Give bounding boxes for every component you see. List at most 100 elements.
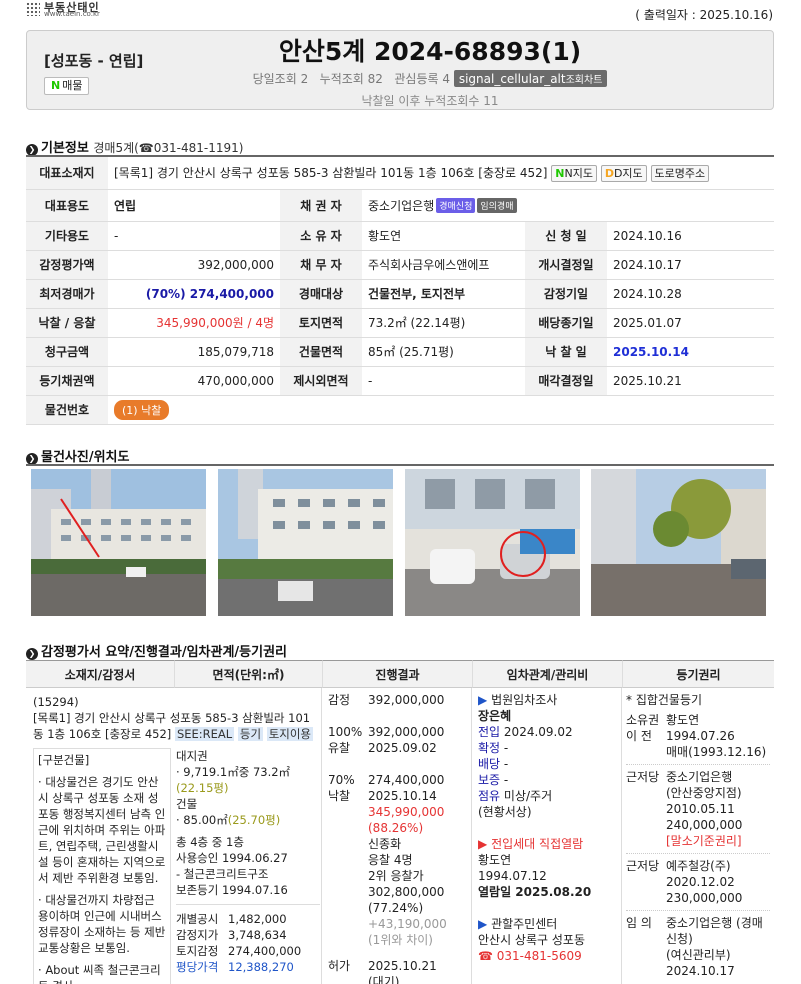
info-label: 대표용도 — [26, 189, 108, 222]
view-chart-button[interactable]: signal_cellular_alt조회차트 — [453, 70, 608, 87]
summary-heading: ❯ 감정평가서 요약/진행결과/임차관계/등기권리 — [26, 641, 287, 660]
registry-link[interactable]: 등기 — [237, 727, 264, 741]
daum-map-button[interactable]: DD지도 — [600, 164, 647, 182]
structure: - 철근콘크리트구조 — [176, 867, 269, 881]
naver-icon: N — [555, 166, 565, 180]
info-value: 2024.10.28 — [607, 279, 774, 309]
info-value-text: 중소기업은행 — [368, 198, 435, 213]
resident-view-link[interactable]: ▶ 전입세대 직접열람 — [478, 836, 615, 852]
total-views: 누적조회 82 — [319, 72, 383, 86]
land-use-link[interactable]: 토지이용 — [266, 727, 314, 741]
area-cell: 대지권 · 9,719.1㎡중 73.2㎡(22.15평) 건물 · 85.00… — [174, 748, 320, 975]
summary-address: [목록1] 경기 안산시 상록구 성포동 585-3 삼환빌라 101동 1층 … — [33, 711, 314, 741]
road-address-button[interactable]: 도로명주소 — [650, 164, 710, 182]
info-value: - — [108, 221, 280, 251]
registry-cell: * 집합건물등기 소유권 이 전 황도연 1994.07.26 매매(1993.12.… — [622, 688, 774, 984]
registry-item: 임 의 중소기업은행 (경매 신청) (여신관리부) 2024.10.17 — [626, 916, 763, 978]
info-value-text: 2025.10.14 — [613, 344, 689, 359]
registration-date: 보존등기 1994.07.16 — [176, 883, 288, 897]
price-row: 감정지가 3,748,634 — [176, 928, 287, 942]
logo-grid-icon — [26, 2, 40, 16]
info-label: 건물면적 — [280, 337, 362, 367]
winning-bid-pct: (88.26%) — [368, 821, 424, 835]
property-photo-2[interactable] — [218, 469, 393, 616]
location-cell: (15294) [목록1] 경기 안산시 상록구 성포동 585-3 삼환빌라 … — [26, 688, 322, 984]
triangle-icon: ▶ — [478, 693, 488, 707]
divider — [26, 464, 774, 466]
seereal-link[interactable]: SEE:REAL — [174, 727, 235, 741]
center-phone[interactable]: ☎ 031-481-5609 — [478, 948, 615, 964]
property-photo-1[interactable] — [31, 469, 206, 616]
registry-item: 근저당 예주철강(주) 2020.12.02 230,000,000 — [626, 854, 770, 911]
info-value: 2025.10.14 — [607, 337, 774, 367]
registry-title: * 집합건물등기 — [626, 693, 703, 707]
info-value-text: 392,000,000 — [197, 257, 274, 272]
occupancy-note: (현황서상) — [478, 805, 532, 819]
info-value-text: (70%) 274,400,000 — [145, 286, 274, 301]
triangle-icon: ▶ — [478, 917, 488, 931]
bid-diff: +43,190,000 — [368, 917, 447, 931]
info-row: 청구금액 185,079,718 건물면적 85㎡ (25.71평) 낙 찰 일 2025… — [26, 337, 774, 367]
signal-icon: signal_cellular_alt — [458, 72, 566, 86]
info-row: 최저경매가 (70%) 274,400,000 경매대상 건물전부, 토지전부 감정기일… — [26, 279, 774, 309]
building-area: · 85.00㎡(25.70평) — [176, 813, 281, 827]
today-views: 당일조회 2 — [252, 72, 309, 86]
property-photo-3[interactable] — [405, 469, 580, 616]
dividend-row: 배당 - — [478, 757, 509, 771]
view-date: 열람일 2025.08.20 — [478, 885, 592, 899]
info-value-text: 건물전부, 토지전부 — [368, 287, 466, 301]
info-value: 2024.10.17 — [607, 250, 774, 280]
info-value: (70%) 274,400,000 — [108, 279, 280, 309]
note-3: · About 씨족 철근콘크리트 경사 — [38, 963, 161, 984]
view-stats: 당일조회 2 누적조회 82 관심등록 4 signal_cellular_al… — [0, 70, 801, 87]
address-label: 대표소재지 — [26, 157, 108, 190]
info-value: 2025.10.21 — [607, 366, 774, 396]
info-label: 감정기일 — [525, 279, 607, 309]
info-value-text: 황도연 — [368, 229, 402, 243]
info-label: 매각결정일 — [525, 366, 607, 396]
info-label: 신 청 일 — [525, 221, 607, 251]
info-label: 기타용도 — [26, 221, 108, 251]
property-photo-4[interactable] — [591, 469, 766, 616]
info-value: - — [362, 366, 525, 396]
site-logo[interactable]: 부동산태인 www.taein.co.kr — [26, 0, 106, 20]
info-label: 배당종기일 — [525, 308, 607, 338]
approval-date: 사용승인 1994.06.27 — [176, 851, 288, 865]
case-title: 안산5계 2024-68893(1) — [278, 37, 582, 66]
registry-item: 소유권 이 전 황도연 1994.07.26 매매(1993.12.16) — [626, 708, 770, 765]
info-value: 345,990,000원 / 4명 — [108, 308, 280, 338]
daum-icon: D — [604, 166, 614, 180]
info-label: 제시외면적 — [280, 366, 362, 396]
info-value: 2024.10.16 — [607, 221, 774, 251]
info-label: 개시결정일 — [525, 250, 607, 280]
info-value-text: 2025.01.07 — [613, 315, 682, 330]
winning-bid: 345,990,000 — [368, 805, 445, 819]
print-date: ( 출력일자 : 2025.10.16) — [635, 8, 773, 22]
court-survey: ▶ 법원임차조사 — [478, 693, 558, 707]
second-bid-pct: (77.24%) — [368, 901, 424, 915]
second-bid-label: 2위 응찰가 — [368, 869, 424, 883]
info-label: 토지면적 — [280, 308, 362, 338]
item-status-button[interactable]: (1) 낙찰 — [114, 399, 170, 420]
community-center: ▶ 관할주민센터 — [478, 917, 558, 931]
permit-row: 허가 2025.10.21 — [328, 959, 437, 973]
photos-heading: ❯ 물건사진/위치도 — [26, 446, 129, 465]
progress-row: 70% 274,400,000 — [328, 773, 445, 787]
info-value: 주식회사금우에스앤에프 — [362, 250, 525, 280]
info-row: 기타용도 - 소 유 자 황도연 신 청 일 2024.10.16 — [26, 221, 774, 251]
watch-count: 관심등록 4 — [394, 72, 450, 86]
progress-row: 감정 392,000,000 — [328, 693, 445, 707]
info-value: 392,000,000 — [108, 250, 280, 280]
info-value-text: - — [114, 228, 119, 243]
info-value: 73.2㎡ (22.14평) — [362, 308, 525, 338]
col-header-tenant: 임차관계/관리비 — [472, 660, 622, 688]
info-value: 185,079,718 — [108, 337, 280, 367]
info-value-text: 185,079,718 — [197, 344, 274, 359]
col-header-registry: 등기권리 — [622, 660, 774, 688]
naver-map-button[interactable]: NN지도 — [551, 164, 597, 182]
info-value-text: 470,000,000 — [197, 373, 274, 388]
info-label: 낙 찰 일 — [525, 337, 607, 367]
basic-info-heading: ❯ 기본정보 경매5계(☎031-481-1191) — [26, 137, 243, 156]
deposit-row: 보증 - — [478, 773, 509, 787]
move-in-row: 전입 2024.09.02 — [478, 725, 573, 739]
